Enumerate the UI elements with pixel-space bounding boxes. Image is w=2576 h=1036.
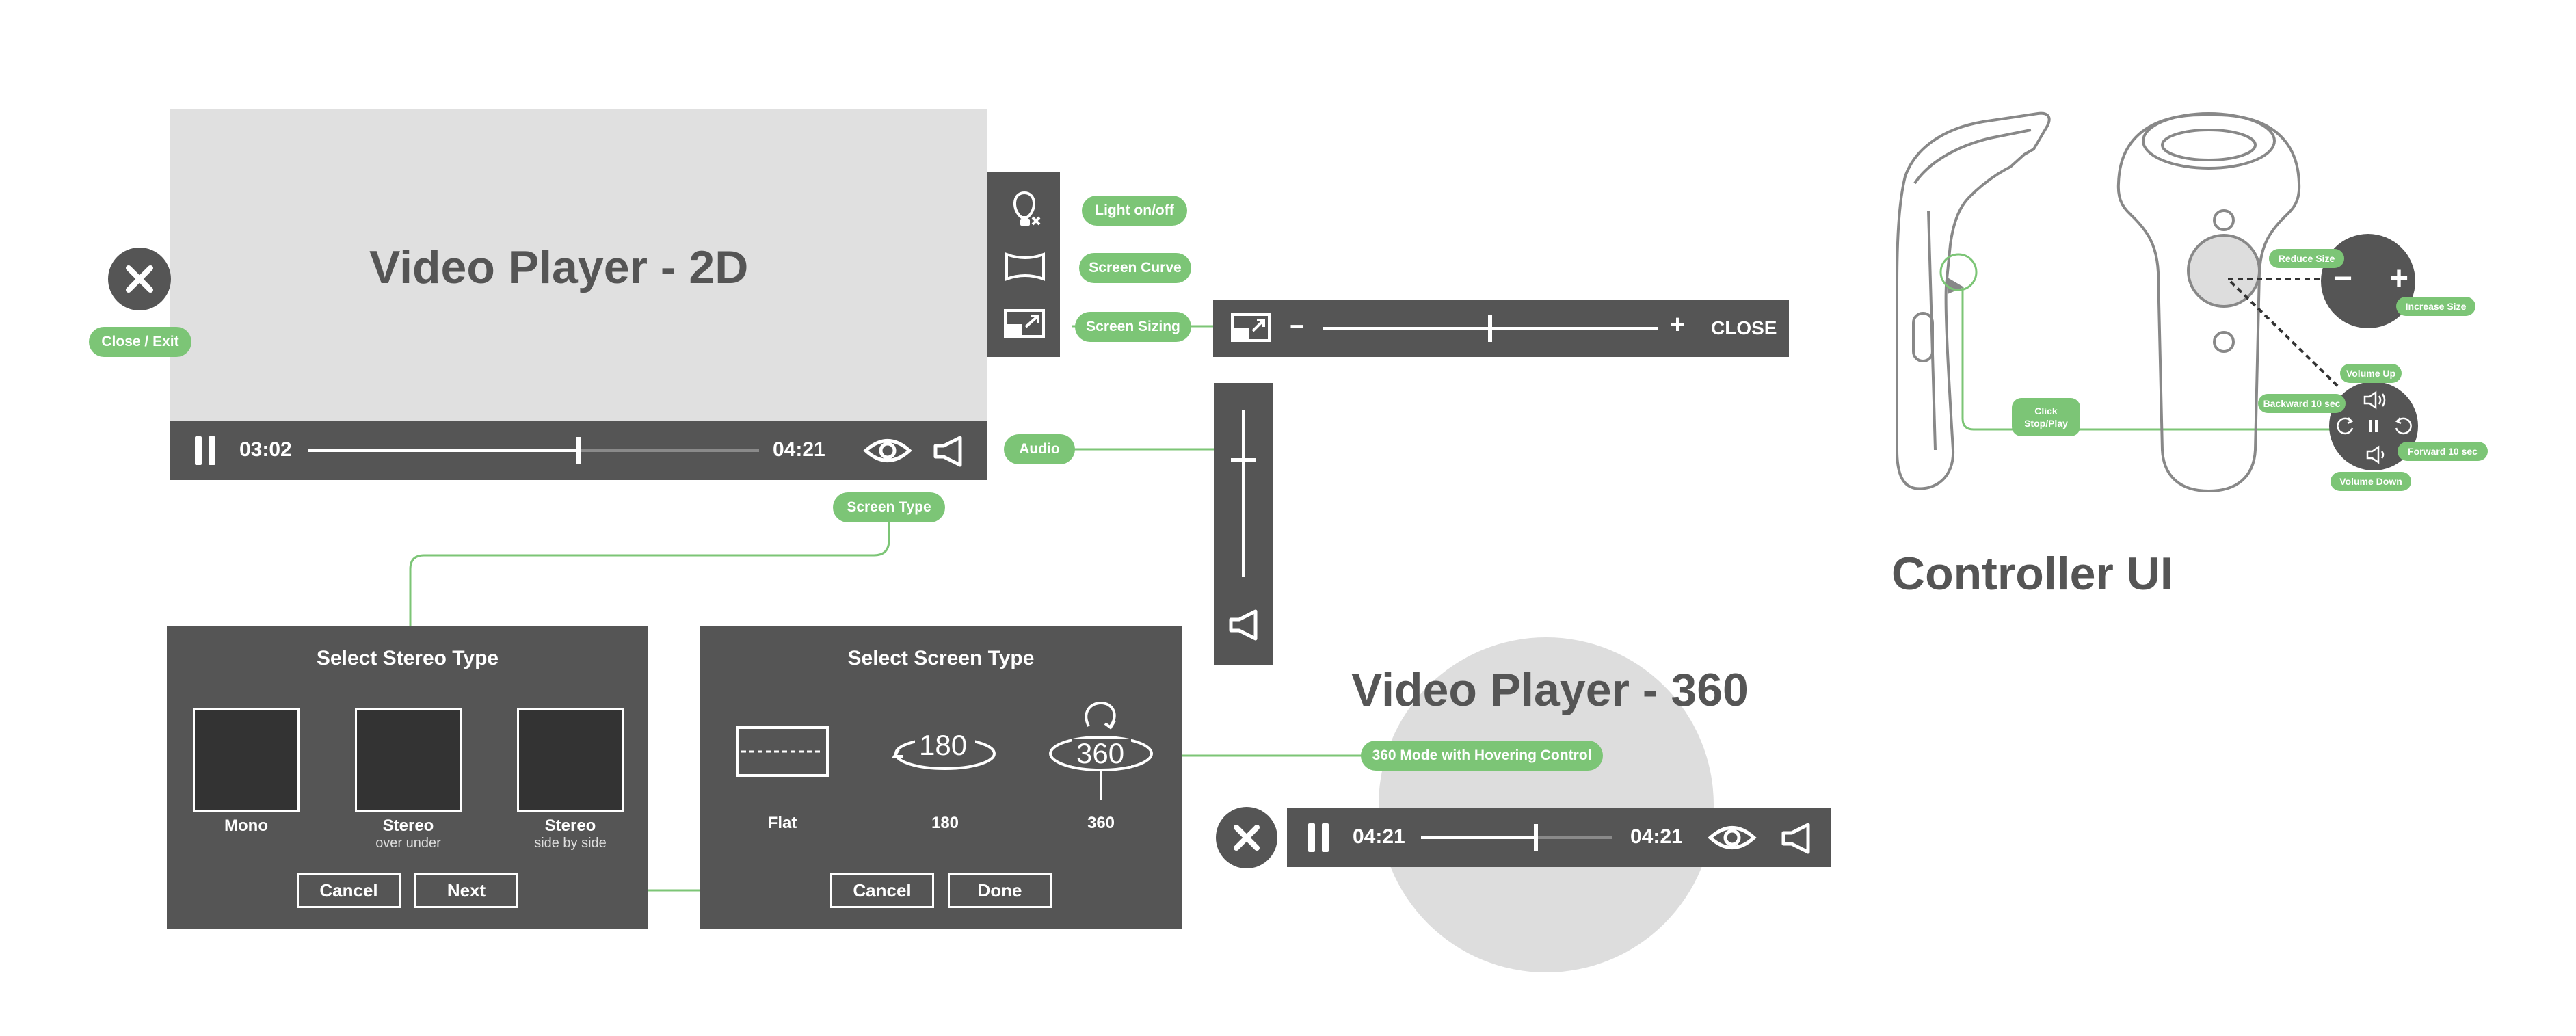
volume-down-icon[interactable]	[2366, 445, 2387, 464]
controller-ui-title: Controller UI	[1891, 548, 2173, 600]
reduce-size-label: Reduce Size	[2269, 249, 2344, 268]
increase-size-label: Increase Size	[2396, 297, 2475, 316]
forward-label: Forward 10 sec	[2398, 442, 2488, 461]
forward-10-icon[interactable]	[2393, 416, 2414, 436]
controller-connector-lines	[2228, 278, 2352, 388]
click-stop-play-label: Click Stop/Play	[2012, 398, 2080, 436]
volume-up-label: Volume Up	[2340, 364, 2402, 383]
pause-icon[interactable]	[2369, 420, 2378, 432]
backward-label: Backward 10 sec	[2258, 394, 2346, 413]
rewind-10-icon[interactable]	[2335, 416, 2355, 436]
volume-down-label: Volume Down	[2331, 472, 2411, 491]
increase-size-button[interactable]: +	[2389, 260, 2408, 297]
volume-up-icon[interactable]	[2363, 390, 2389, 410]
